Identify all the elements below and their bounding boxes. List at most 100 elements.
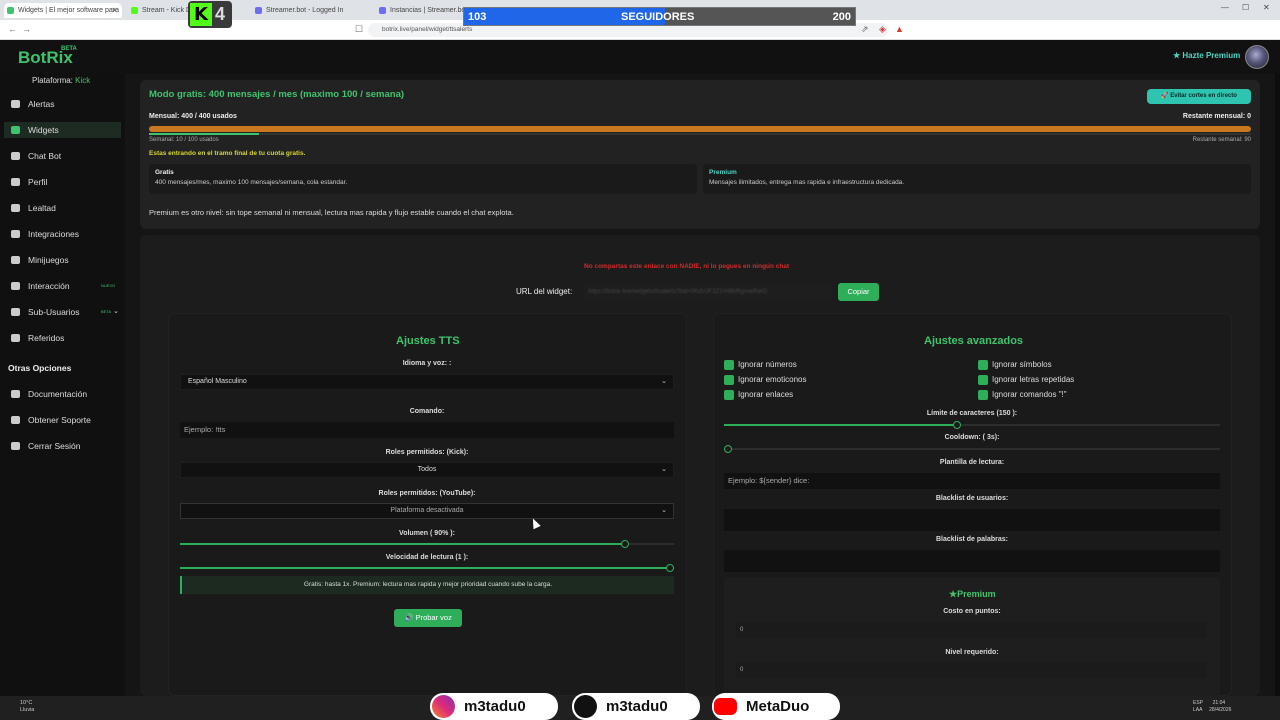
weather-widget[interactable]: 10°C Lluvia bbox=[20, 700, 34, 714]
sidebar-item-soporte[interactable]: Obtener Soporte bbox=[4, 412, 121, 428]
platform-value: Kick bbox=[75, 76, 91, 85]
sidebar-item-referidos[interactable]: Referidos bbox=[4, 330, 121, 346]
monthly-remaining-label: Restante mensual: 0 bbox=[1182, 113, 1251, 120]
widget-url-field[interactable]: https://botrix.live/widgets/ttsalerts?bi… bbox=[583, 284, 833, 300]
close-window-icon[interactable]: ✕ bbox=[1263, 3, 1270, 12]
blacklist-words-input[interactable] bbox=[724, 550, 1220, 572]
streamerbot-favicon-icon bbox=[255, 7, 262, 14]
volume-slider[interactable] bbox=[180, 540, 674, 548]
level-input[interactable]: 0 bbox=[736, 662, 1206, 678]
youtube-handle: MetaDuo bbox=[746, 698, 810, 715]
weather-desc: Lluvia bbox=[20, 707, 35, 713]
avatar[interactable] bbox=[1245, 45, 1269, 69]
avoid-cuts-button[interactable]: 🚀 Evitar cortes en directo bbox=[1147, 89, 1251, 104]
speed-slider[interactable] bbox=[180, 564, 674, 572]
test-voice-button[interactable]: 🔊 Probar voz bbox=[394, 609, 462, 627]
free-plan-title: Gratis bbox=[155, 169, 174, 176]
forward-icon[interactable]: → bbox=[22, 24, 31, 34]
close-tab-icon[interactable]: ✕ bbox=[111, 3, 118, 18]
sidebar-item-chat-bot[interactable]: Chat Bot bbox=[4, 148, 121, 164]
cooldown-slider-handle[interactable] bbox=[724, 445, 732, 453]
maximize-icon[interactable]: ☐ bbox=[1242, 3, 1249, 12]
integrations-icon bbox=[11, 230, 20, 238]
ignore-repeated-letters-checkbox[interactable]: Ignorar letras repetidas bbox=[978, 375, 1074, 385]
sidebar-item-label: Integraciones bbox=[28, 229, 80, 239]
tab-title: Widgets | El mejor software para bbox=[18, 7, 120, 14]
roles-youtube-label: Roles permitidos: (YouTube): bbox=[378, 490, 476, 497]
chevron-down-icon[interactable]: ⌄ bbox=[113, 304, 119, 320]
share-icon[interactable]: ⇗ bbox=[861, 24, 869, 35]
premium-plan-box: Premium Mensajes ilimitados, entrega mas… bbox=[703, 164, 1251, 194]
premium-link[interactable]: ★ Hazte Premium bbox=[1173, 51, 1240, 60]
shield-icon[interactable]: ◈ bbox=[879, 24, 886, 35]
speed-label: Velocidad de lectura (1 ): bbox=[385, 554, 469, 561]
char-limit-slider[interactable] bbox=[724, 421, 1220, 429]
sidebar-item-widgets[interactable]: Widgets bbox=[4, 122, 121, 138]
sidebar-item-lealtad[interactable]: Lealtad bbox=[4, 200, 121, 216]
checkbox-icon bbox=[978, 360, 988, 370]
kick-favicon-icon bbox=[131, 7, 138, 14]
checkbox-icon bbox=[978, 390, 988, 400]
minimize-icon[interactable]: — bbox=[1221, 3, 1229, 12]
ignore-emotes-checkbox[interactable]: Ignorar emoticonos bbox=[724, 375, 806, 385]
command-input[interactable]: Ejemplo: !tts bbox=[180, 422, 674, 438]
ignore-numbers-checkbox[interactable]: Ignorar números bbox=[724, 360, 797, 370]
roles-youtube-select[interactable]: Plataforma desactivada ⌄ bbox=[180, 503, 674, 519]
sidebar-item-perfil[interactable]: Perfil bbox=[4, 174, 121, 190]
botrix-favicon-icon bbox=[7, 7, 14, 14]
roles-kick-select[interactable]: Todos ⌄ bbox=[180, 462, 674, 478]
sidebar-item-label: Obtener Soporte bbox=[28, 415, 91, 425]
monthly-usage-label: Mensual: 400 / 400 usados bbox=[149, 113, 237, 120]
test-voice-label: Probar voz bbox=[415, 613, 452, 622]
sidebar-item-interaccion[interactable]: Interacción NUEVO bbox=[4, 278, 121, 294]
template-input[interactable]: Ejemplo: ${sender} dice: bbox=[724, 473, 1220, 489]
trophy-icon bbox=[11, 204, 20, 212]
sidebar-item-label: Documentación bbox=[28, 389, 88, 399]
sidebar-item-label: Sub-Usuarios bbox=[28, 307, 80, 317]
bookmark-icon[interactable]: ☐ bbox=[355, 24, 363, 35]
voice-select[interactable]: Español Masculino ⌄ bbox=[180, 374, 674, 390]
youtube-handle-overlay: MetaDuo bbox=[712, 693, 840, 720]
clock-time: 21:04 bbox=[1212, 700, 1226, 706]
sidebar-item-integraciones[interactable]: Integraciones bbox=[4, 226, 121, 242]
sidebar-item-label: Referidos bbox=[28, 333, 65, 343]
robot-icon bbox=[11, 152, 20, 160]
copy-button[interactable]: Copiar bbox=[838, 283, 879, 301]
kick-count: 4 bbox=[215, 4, 226, 24]
weather-temp: 10°C bbox=[20, 700, 33, 706]
speed-slider-handle[interactable] bbox=[666, 564, 674, 572]
book-icon bbox=[11, 390, 20, 398]
volume-slider-handle[interactable] bbox=[620, 540, 629, 548]
ignore-links-checkbox[interactable]: Ignorar enlaces bbox=[724, 390, 793, 400]
sidebar-item-documentacion[interactable]: Documentación bbox=[4, 386, 121, 402]
speed-note: Gratis: hasta 1x. Premium: lectura mas r… bbox=[180, 576, 674, 594]
cost-input[interactable]: 0 bbox=[736, 622, 1206, 638]
back-icon[interactable]: ← bbox=[8, 24, 17, 34]
system-tray[interactable]: ESP 21:04 LAA 28/4/2026 bbox=[1193, 700, 1231, 714]
cost-label: Costo en puntos: bbox=[943, 608, 1001, 615]
checkbox-label: Ignorar letras repetidas bbox=[992, 375, 1075, 384]
browser-tab[interactable]: Streamer.bot - Logged In bbox=[252, 3, 370, 18]
cooldown-slider[interactable] bbox=[724, 445, 1220, 453]
checkbox-icon bbox=[978, 375, 988, 385]
support-icon bbox=[11, 416, 20, 424]
botrix-logo[interactable]: BotRix BETA bbox=[18, 46, 77, 68]
ignore-commands-checkbox[interactable]: Ignorar comandos "!" bbox=[978, 390, 1067, 400]
blacklist-users-input[interactable] bbox=[724, 509, 1220, 531]
tiktok-icon bbox=[574, 695, 597, 718]
monthly-progress-bar bbox=[149, 126, 1251, 132]
warning-icon[interactable]: ▲ bbox=[895, 24, 904, 34]
sidebar-item-label: Interacción bbox=[28, 281, 70, 291]
lang-code: ESP bbox=[1193, 700, 1203, 706]
referral-icon bbox=[11, 334, 20, 342]
sidebar-item-cerrar-sesion[interactable]: Cerrar Sesión bbox=[4, 438, 121, 454]
browser-tab[interactable]: Widgets | El mejor software para ✕ bbox=[4, 3, 122, 18]
ignore-symbols-checkbox[interactable]: Ignorar símbolos bbox=[978, 360, 1052, 370]
weekly-usage-label: Semanal: 10 / 100 usados bbox=[149, 137, 219, 143]
sidebar-item-sub-usuarios[interactable]: Sub-Usuarios BETA ⌄ bbox=[4, 304, 121, 320]
blacklist-users-label: Blacklist de usuarios: bbox=[935, 495, 1009, 502]
sidebar-item-minijuegos[interactable]: Minijuegos bbox=[4, 252, 121, 268]
sidebar-item-alertas[interactable]: Alertas bbox=[4, 96, 121, 112]
checkbox-label: Ignorar enlaces bbox=[738, 390, 794, 399]
followers-current: 103 bbox=[468, 11, 487, 23]
